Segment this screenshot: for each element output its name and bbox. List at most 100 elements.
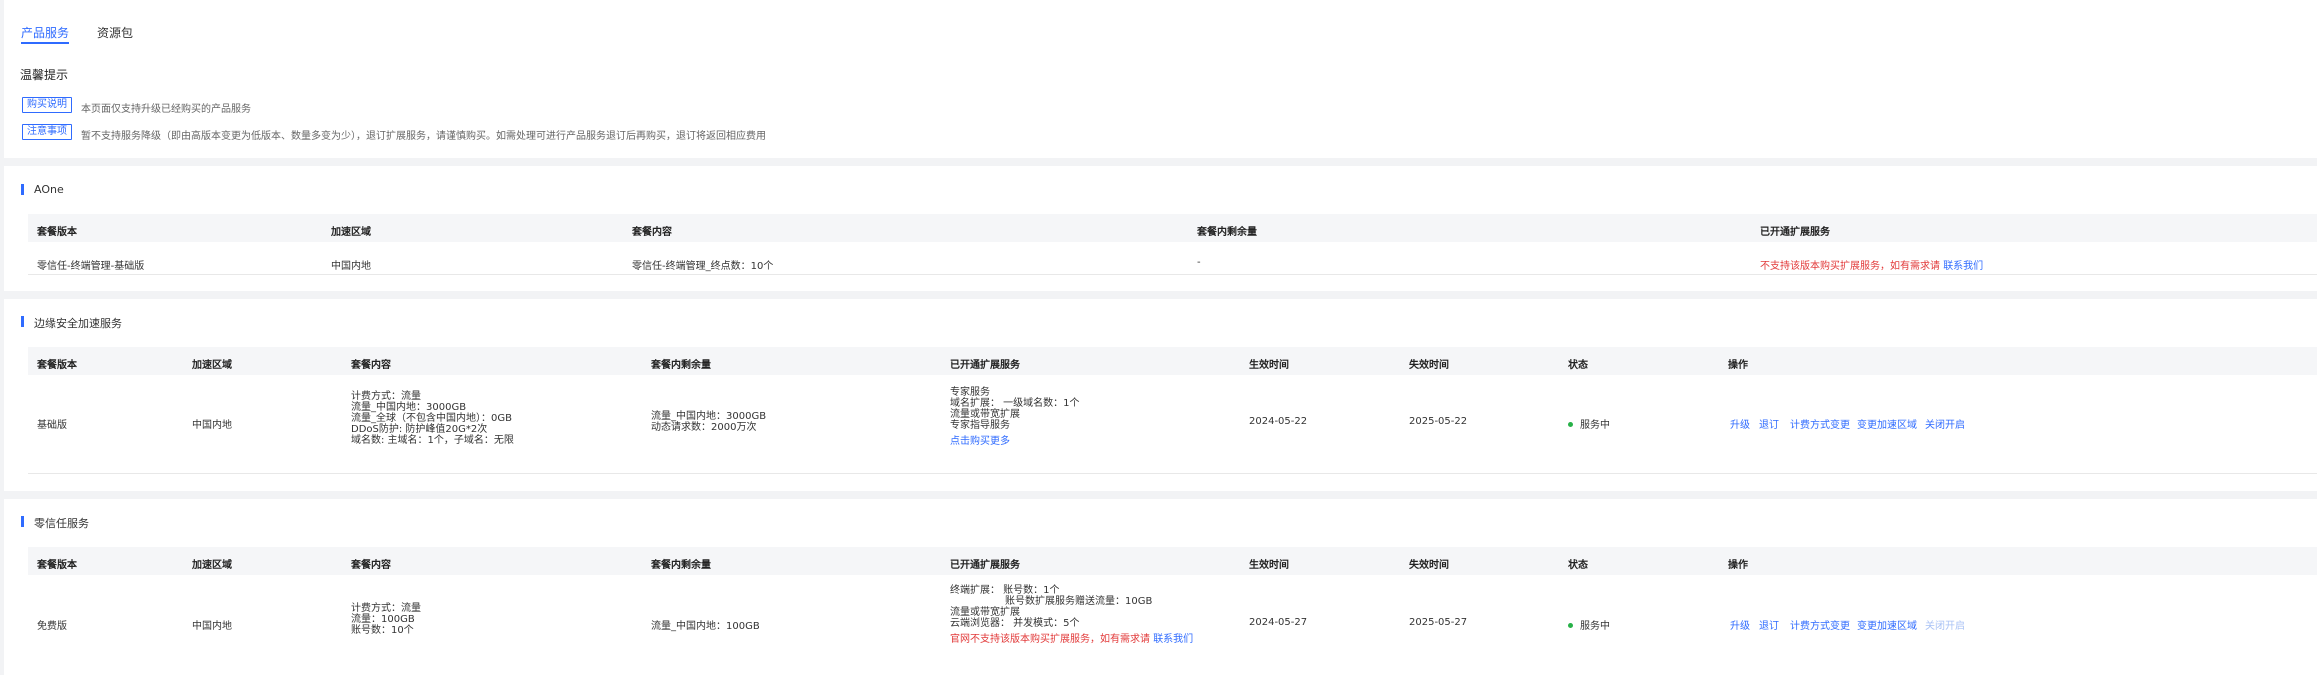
edge-start-date: 2024-05-22 <box>1249 416 1308 427</box>
top-card: 产品服务 资源包 温馨提示 购买说明 本页面仅支持升级已经购买的产品服务 注意事… <box>4 0 2317 158</box>
zero-th-start: 生效时间 <box>1249 560 1289 571</box>
edge-th-status: 状态 <box>1568 360 1588 371</box>
edge-content-line: 计费方式：流量 <box>351 391 421 402</box>
edge-ext-line: 流量或带宽扩展 <box>950 409 1020 420</box>
edge-buy-more-link[interactable]: 点击购买更多 <box>950 436 1080 447</box>
aone-section-title: AOne <box>34 183 64 196</box>
edge-th-remaining: 套餐内剩余量 <box>651 360 711 371</box>
edge-row-divider <box>28 473 2317 474</box>
zero-th-content: 套餐内容 <box>351 560 391 571</box>
zero-toggle-button[interactable]: 关闭开启 <box>1925 617 1965 632</box>
section-marker <box>21 516 24 527</box>
zero-content-line: 账号数：10个 <box>351 625 414 636</box>
edge-toggle-button[interactable]: 关闭开启 <box>1925 416 1965 431</box>
tab-resource-pack[interactable]: 资源包 <box>97 24 133 41</box>
aone-region: 中国内地 <box>331 261 371 272</box>
zero-content-line: 计费方式：流量 <box>351 603 421 614</box>
notice-text: 暂不支持服务降级（即由高版本变更为低版本、数量多变为少），退订扩展服务，请谨慎购… <box>81 131 766 142</box>
zero-section-title: 零信任服务 <box>34 517 89 530</box>
zero-ext-notice-text: 官网不支持该版本购买扩展服务，如有需求请 <box>950 634 1150 645</box>
aone-th-content: 套餐内容 <box>632 227 672 238</box>
aone-th-region: 加速区域 <box>331 227 371 238</box>
tab-product-service[interactable]: 产品服务 <box>21 24 69 41</box>
zero-th-remaining: 套餐内剩余量 <box>651 560 711 571</box>
zero-th-end: 失效时间 <box>1409 560 1449 571</box>
zero-region-change-button[interactable]: 变更加速区域 <box>1857 617 1917 632</box>
edge-section-title: 边缘安全加速服务 <box>34 317 122 330</box>
zero-th-actions: 操作 <box>1728 560 1748 571</box>
zero-contact-link[interactable]: 联系我们 <box>1153 634 1193 645</box>
edge-end-date: 2025-05-22 <box>1409 416 1468 427</box>
zero-content: 计费方式：流量 流量：100GB 账号数：10个 <box>351 603 421 636</box>
edge-th-start: 生效时间 <box>1249 360 1289 371</box>
edge-remaining-line: 流量_中国内地：3000GB <box>651 411 767 422</box>
zero-th-status: 状态 <box>1568 560 1588 571</box>
zero-remaining: 流量_中国内地：100GB <box>651 621 760 632</box>
edge-ext-line: 域名扩展： 一级域名数：1个 <box>950 398 1080 409</box>
aone-th-remaining: 套餐内剩余量 <box>1197 227 1257 238</box>
aone-ext-notice: 不支持该版本购买扩展服务，如有需求请 <box>1760 261 1940 272</box>
edge-region: 中国内地 <box>192 420 232 431</box>
edge-ext-line: 专家服务 <box>950 387 990 398</box>
zero-status: 服务中 <box>1580 621 1610 632</box>
edge-status: 服务中 <box>1580 420 1610 431</box>
aone-card: AOne 套餐版本 加速区域 套餐内容 套餐内剩余量 已开通扩展服务 零信任-终… <box>4 166 2317 291</box>
aone-remaining: - <box>1197 257 1201 268</box>
section-marker <box>21 184 24 195</box>
edge-remaining-line: 动态请求数：2000万次 <box>651 422 757 433</box>
aone-th-ext: 已开通扩展服务 <box>1760 227 1830 238</box>
edge-th-actions: 操作 <box>1728 360 1748 371</box>
zero-th-ext: 已开通扩展服务 <box>950 560 1020 571</box>
section-marker <box>21 316 24 327</box>
status-dot-icon <box>1568 422 1573 427</box>
zero-trust-card: 零信任服务 套餐版本 加速区域 套餐内容 套餐内剩余量 已开通扩展服务 生效时间… <box>4 499 2317 675</box>
edge-th-end: 失效时间 <box>1409 360 1449 371</box>
edge-th-ext: 已开通扩展服务 <box>950 360 1020 371</box>
zero-content-line: 流量：100GB <box>351 614 415 625</box>
status-dot-icon <box>1568 623 1573 628</box>
zero-unsubscribe-button[interactable]: 退订 <box>1759 617 1779 632</box>
aone-content: 零信任-终端管理_终点数：10个 <box>632 261 774 272</box>
edge-content-line: 流量_全球（不包含中国内地）：0GB <box>351 413 512 424</box>
edge-content-line: 域名数: 主域名：1个，子域名：无限 <box>351 435 514 446</box>
zero-billing-change-button[interactable]: 计费方式变更 <box>1790 617 1850 632</box>
edge-version: 基础版 <box>37 420 67 431</box>
zero-ext-notice: 官网不支持该版本购买扩展服务，如有需求请 联系我们 <box>950 634 1193 645</box>
notice-tag: 注意事项 <box>22 124 72 140</box>
tips-title: 温馨提示 <box>20 68 69 82</box>
aone-contact-link[interactable]: 联系我们 <box>1943 261 1983 272</box>
edge-card: 边缘安全加速服务 套餐版本 加速区域 套餐内容 套餐内剩余量 已开通扩展服务 生… <box>4 299 2317 491</box>
edge-content-line: 流量_中国内地：3000GB <box>351 402 467 413</box>
aone-version: 零信任-终端管理-基础版 <box>37 261 145 272</box>
edge-ext: 专家服务 域名扩展： 一级域名数：1个 流量或带宽扩展 专家指导服务 点击购买更… <box>950 387 1080 447</box>
aone-th-version: 套餐版本 <box>37 227 77 238</box>
zero-region: 中国内地 <box>192 621 232 632</box>
edge-remaining: 流量_中国内地：3000GB 动态请求数：2000万次 <box>651 411 766 433</box>
edge-th-content: 套餐内容 <box>351 360 391 371</box>
edge-ext-line: 专家指导服务 <box>950 420 1010 431</box>
zero-ext-line: 流量或带宽扩展 <box>950 607 1020 618</box>
edge-upgrade-button[interactable]: 升级 <box>1730 416 1750 431</box>
edge-unsubscribe-button[interactable]: 退订 <box>1759 416 1779 431</box>
zero-ext-line: 账号数扩展服务赠送流量：10GB <box>1005 596 1153 607</box>
purchase-info-tag: 购买说明 <box>22 97 72 113</box>
edge-billing-change-button[interactable]: 计费方式变更 <box>1790 416 1850 431</box>
aone-row-divider <box>28 274 2317 275</box>
zero-version: 免费版 <box>37 621 67 632</box>
zero-ext: 终端扩展： 账号数：1个 账号数扩展服务赠送流量：10GB 流量或带宽扩展 云端… <box>950 585 1193 645</box>
zero-upgrade-button[interactable]: 升级 <box>1730 617 1750 632</box>
zero-end-date: 2025-05-27 <box>1409 617 1468 628</box>
edge-content-line: DDoS防护: 防护峰值20G*2次 <box>351 424 488 435</box>
edge-th-region: 加速区域 <box>192 360 232 371</box>
zero-th-version: 套餐版本 <box>37 560 77 571</box>
zero-th-region: 加速区域 <box>192 560 232 571</box>
edge-th-version: 套餐版本 <box>37 360 77 371</box>
edge-region-change-button[interactable]: 变更加速区域 <box>1857 416 1917 431</box>
edge-content: 计费方式：流量 流量_中国内地：3000GB 流量_全球（不包含中国内地）：0G… <box>351 391 514 446</box>
purchase-info-text: 本页面仅支持升级已经购买的产品服务 <box>81 104 251 115</box>
aone-table-header <box>28 214 2317 242</box>
zero-ext-line: 云端浏览器： 并发模式：5个 <box>950 618 1080 629</box>
zero-start-date: 2024-05-27 <box>1249 617 1308 628</box>
zero-ext-line: 终端扩展： 账号数：1个 <box>950 585 1060 596</box>
tab-active-indicator <box>21 42 69 44</box>
